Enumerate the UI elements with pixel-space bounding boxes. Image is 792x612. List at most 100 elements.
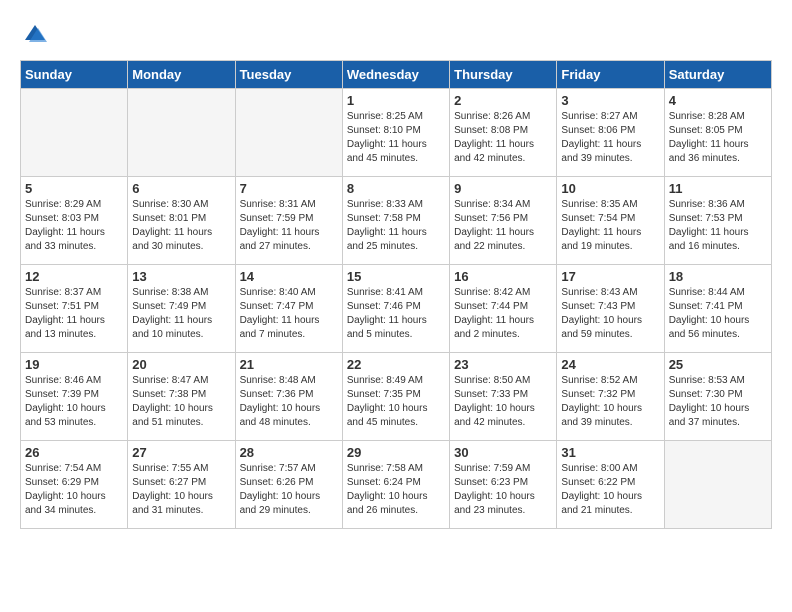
- day-number: 14: [240, 269, 338, 284]
- day-cell: 30Sunrise: 7:59 AM Sunset: 6:23 PM Dayli…: [450, 441, 557, 529]
- day-number: 27: [132, 445, 230, 460]
- day-detail: Sunrise: 8:31 AM Sunset: 7:59 PM Dayligh…: [240, 198, 338, 254]
- day-cell: 12Sunrise: 8:37 AM Sunset: 7:51 PM Dayli…: [21, 265, 128, 353]
- day-cell: 29 Sunrise: 7:58 AM Sunset: 6:24 PM Dayli…: [342, 441, 449, 529]
- page-header: [20, 20, 772, 50]
- day-number: 25: [669, 357, 767, 372]
- day-number: 2: [454, 93, 552, 108]
- week-row-1: 1 Sunrise: 8:25 AM Sunset: 8:10 PM Daylig…: [21, 89, 772, 177]
- day-cell: 4 Sunrise: 8:28 AM Sunset: 8:05 PM Daylig…: [664, 89, 771, 177]
- day-cell: [21, 89, 128, 177]
- day-cell: 14 Sunrise: 8:40 AM Sunset: 7:47 PM Dayli…: [235, 265, 342, 353]
- day-cell: 20 Sunrise: 8:47 AM Sunset: 7:38 PM Dayli…: [128, 353, 235, 441]
- day-detail: Sunrise: 8:30 AM Sunset: 8:01 PM Dayligh…: [132, 198, 230, 254]
- week-row-2: 5Sunrise: 8:29 AM Sunset: 8:03 PM Daylig…: [21, 177, 772, 265]
- day-detail: Sunrise: 8:25 AM Sunset: 8:10 PM Dayligh…: [347, 110, 445, 166]
- day-number: 29: [347, 445, 445, 460]
- day-cell: 6 Sunrise: 8:30 AM Sunset: 8:01 PM Daylig…: [128, 177, 235, 265]
- day-detail: Sunrise: 7:57 AM Sunset: 6:26 PM Dayligh…: [240, 462, 338, 518]
- day-cell: 18 Sunrise: 8:44 AM Sunset: 7:41 PM Dayli…: [664, 265, 771, 353]
- day-number: 3: [561, 93, 659, 108]
- day-number: 23: [454, 357, 552, 372]
- day-number: 9: [454, 181, 552, 196]
- day-detail: Sunrise: 8:27 AM Sunset: 8:06 PM Dayligh…: [561, 110, 659, 166]
- day-cell: 24 Sunrise: 8:52 AM Sunset: 7:32 PM Dayli…: [557, 353, 664, 441]
- day-cell: 16 Sunrise: 8:42 AM Sunset: 7:44 PM Dayli…: [450, 265, 557, 353]
- day-cell: 23 Sunrise: 8:50 AM Sunset: 7:33 PM Dayli…: [450, 353, 557, 441]
- day-number: 20: [132, 357, 230, 372]
- day-detail: Sunrise: 8:50 AM Sunset: 7:33 PM Dayligh…: [454, 374, 552, 430]
- day-detail: Sunrise: 8:34 AM Sunset: 7:56 PM Dayligh…: [454, 198, 552, 254]
- day-number: 7: [240, 181, 338, 196]
- day-cell: [664, 441, 771, 529]
- day-detail: Sunrise: 8:40 AM Sunset: 7:47 PM Dayligh…: [240, 286, 338, 342]
- week-row-5: 26 Sunrise: 7:54 AM Sunset: 6:29 PM Dayli…: [21, 441, 772, 529]
- weekday-friday: Friday: [557, 61, 664, 89]
- day-cell: 22 Sunrise: 8:49 AM Sunset: 7:35 PM Dayli…: [342, 353, 449, 441]
- day-cell: 7 Sunrise: 8:31 AM Sunset: 7:59 PM Daylig…: [235, 177, 342, 265]
- day-cell: [235, 89, 342, 177]
- day-detail: Sunrise: 8:26 AM Sunset: 8:08 PM Dayligh…: [454, 110, 552, 166]
- weekday-saturday: Saturday: [664, 61, 771, 89]
- weekday-thursday: Thursday: [450, 61, 557, 89]
- weekday-header-row: SundayMondayTuesdayWednesdayThursdayFrid…: [21, 61, 772, 89]
- day-number: 21: [240, 357, 338, 372]
- day-cell: 21 Sunrise: 8:48 AM Sunset: 7:36 PM Dayli…: [235, 353, 342, 441]
- day-number: 22: [347, 357, 445, 372]
- day-detail: Sunrise: 8:49 AM Sunset: 7:35 PM Dayligh…: [347, 374, 445, 430]
- day-cell: 27 Sunrise: 7:55 AM Sunset: 6:27 PM Dayli…: [128, 441, 235, 529]
- day-number: 12: [25, 269, 123, 284]
- day-number: 4: [669, 93, 767, 108]
- logo: [20, 20, 52, 50]
- day-detail: Sunrise: 7:55 AM Sunset: 6:27 PM Dayligh…: [132, 462, 230, 518]
- day-cell: 8 Sunrise: 8:33 AM Sunset: 7:58 PM Daylig…: [342, 177, 449, 265]
- day-detail: Sunrise: 8:44 AM Sunset: 7:41 PM Dayligh…: [669, 286, 767, 342]
- day-detail: Sunrise: 8:42 AM Sunset: 7:44 PM Dayligh…: [454, 286, 552, 342]
- day-number: 8: [347, 181, 445, 196]
- day-detail: Sunrise: 8:00 AM Sunset: 6:22 PM Dayligh…: [561, 462, 659, 518]
- day-cell: 19Sunrise: 8:46 AM Sunset: 7:39 PM Dayli…: [21, 353, 128, 441]
- day-number: 16: [454, 269, 552, 284]
- day-number: 6: [132, 181, 230, 196]
- week-row-3: 12Sunrise: 8:37 AM Sunset: 7:51 PM Dayli…: [21, 265, 772, 353]
- weekday-monday: Monday: [128, 61, 235, 89]
- logo-icon: [20, 20, 50, 50]
- day-number: 26: [25, 445, 123, 460]
- day-number: 31: [561, 445, 659, 460]
- day-detail: Sunrise: 7:59 AM Sunset: 6:23 PM Dayligh…: [454, 462, 552, 518]
- day-detail: Sunrise: 8:46 AM Sunset: 7:39 PM Dayligh…: [25, 374, 123, 430]
- calendar-table: SundayMondayTuesdayWednesdayThursdayFrid…: [20, 60, 772, 529]
- day-detail: Sunrise: 8:47 AM Sunset: 7:38 PM Dayligh…: [132, 374, 230, 430]
- day-cell: 5Sunrise: 8:29 AM Sunset: 8:03 PM Daylig…: [21, 177, 128, 265]
- day-cell: 28Sunrise: 7:57 AM Sunset: 6:26 PM Dayli…: [235, 441, 342, 529]
- day-cell: 17 Sunrise: 8:43 AM Sunset: 7:43 PM Dayli…: [557, 265, 664, 353]
- week-row-4: 19Sunrise: 8:46 AM Sunset: 7:39 PM Dayli…: [21, 353, 772, 441]
- day-number: 11: [669, 181, 767, 196]
- day-number: 24: [561, 357, 659, 372]
- day-detail: Sunrise: 8:33 AM Sunset: 7:58 PM Dayligh…: [347, 198, 445, 254]
- day-cell: 25Sunrise: 8:53 AM Sunset: 7:30 PM Dayli…: [664, 353, 771, 441]
- day-cell: 11 Sunrise: 8:36 AM Sunset: 7:53 PM Dayli…: [664, 177, 771, 265]
- day-detail: Sunrise: 8:52 AM Sunset: 7:32 PM Dayligh…: [561, 374, 659, 430]
- day-detail: Sunrise: 8:43 AM Sunset: 7:43 PM Dayligh…: [561, 286, 659, 342]
- day-number: 17: [561, 269, 659, 284]
- weekday-wednesday: Wednesday: [342, 61, 449, 89]
- day-number: 5: [25, 181, 123, 196]
- weekday-sunday: Sunday: [21, 61, 128, 89]
- day-number: 18: [669, 269, 767, 284]
- day-detail: Sunrise: 8:36 AM Sunset: 7:53 PM Dayligh…: [669, 198, 767, 254]
- day-detail: Sunrise: 8:28 AM Sunset: 8:05 PM Dayligh…: [669, 110, 767, 166]
- day-detail: Sunrise: 8:48 AM Sunset: 7:36 PM Dayligh…: [240, 374, 338, 430]
- day-detail: Sunrise: 7:58 AM Sunset: 6:24 PM Dayligh…: [347, 462, 445, 518]
- day-detail: Sunrise: 8:35 AM Sunset: 7:54 PM Dayligh…: [561, 198, 659, 254]
- day-detail: Sunrise: 7:54 AM Sunset: 6:29 PM Dayligh…: [25, 462, 123, 518]
- day-cell: 9 Sunrise: 8:34 AM Sunset: 7:56 PM Daylig…: [450, 177, 557, 265]
- day-cell: 15Sunrise: 8:41 AM Sunset: 7:46 PM Dayli…: [342, 265, 449, 353]
- day-cell: 31 Sunrise: 8:00 AM Sunset: 6:22 PM Dayli…: [557, 441, 664, 529]
- day-number: 13: [132, 269, 230, 284]
- day-cell: 2 Sunrise: 8:26 AM Sunset: 8:08 PM Daylig…: [450, 89, 557, 177]
- day-cell: 13Sunrise: 8:38 AM Sunset: 7:49 PM Dayli…: [128, 265, 235, 353]
- calendar-body: 1 Sunrise: 8:25 AM Sunset: 8:10 PM Daylig…: [21, 89, 772, 529]
- day-number: 1: [347, 93, 445, 108]
- day-cell: 10Sunrise: 8:35 AM Sunset: 7:54 PM Dayli…: [557, 177, 664, 265]
